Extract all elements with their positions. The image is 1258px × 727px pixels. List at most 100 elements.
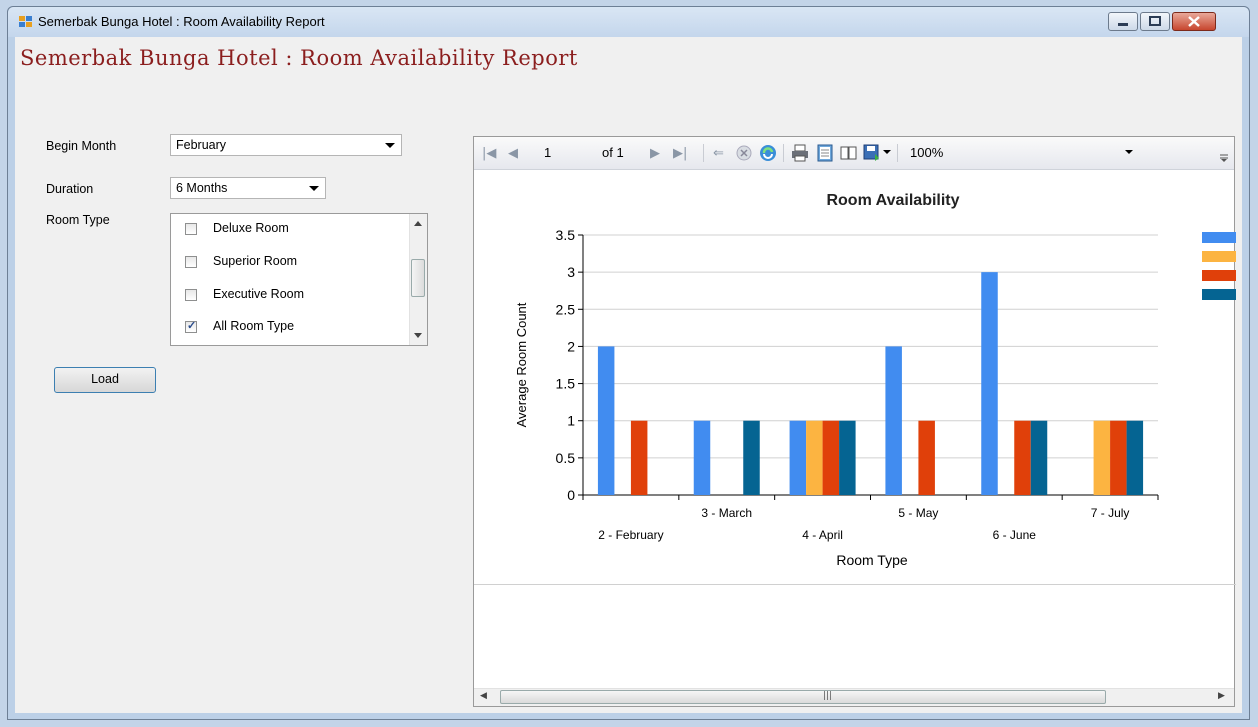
page-number-input[interactable]: 1 [544, 145, 551, 160]
close-button[interactable] [1172, 12, 1216, 31]
room-type-label: Room Type [46, 213, 110, 227]
maximize-button[interactable] [1140, 12, 1170, 31]
checkbox-checked[interactable] [185, 319, 197, 333]
refresh-icon[interactable] [759, 144, 777, 162]
last-page-icon[interactable]: ▶| [673, 146, 687, 161]
scroll-down-icon[interactable] [410, 329, 426, 343]
zoom-select[interactable]: 100% [910, 145, 943, 160]
window-title: Semerbak Bunga Hotel : Room Availability… [38, 14, 325, 29]
y-tick-label: 3 [567, 264, 575, 280]
toolbar-overflow-icon[interactable] [1219, 153, 1229, 163]
y-tick-label: 0.5 [556, 450, 576, 466]
begin-month-select[interactable]: February [170, 134, 402, 156]
client-area: Semerbak Bunga Hotel : Room Availability… [15, 37, 1242, 713]
stop-icon[interactable] [736, 145, 752, 161]
bar [630, 420, 648, 495]
bar [597, 346, 615, 495]
y-tick-label: 2 [567, 338, 575, 354]
next-page-icon[interactable]: ▶ [650, 146, 660, 161]
room-type-item-label: Executive Room [213, 287, 305, 301]
bar [1030, 420, 1048, 495]
begin-month-label: Begin Month [46, 139, 117, 153]
page-setup-icon[interactable] [839, 144, 859, 162]
page-title: Semerbak Bunga Hotel : Room Availability… [20, 46, 578, 70]
chevron-down-icon[interactable] [883, 150, 891, 156]
duration-label: Duration [46, 182, 94, 196]
x-axis-label: Room Type [836, 552, 908, 568]
room-type-item-label: Superior Room [213, 254, 298, 268]
x-tick-label: 2 - February [598, 528, 663, 542]
bar [806, 420, 823, 495]
bar [693, 420, 711, 495]
minimize-icon [1118, 23, 1128, 26]
minimize-button[interactable] [1108, 12, 1138, 31]
legend-swatch [1202, 289, 1236, 300]
scroll-left-icon[interactable]: ◀ [480, 691, 487, 701]
bar [743, 420, 760, 495]
y-axis-label: Average Room Count [514, 302, 529, 427]
y-tick-label: 3.5 [556, 227, 576, 243]
first-page-icon[interactable]: |◀ [482, 146, 496, 161]
bar [1014, 420, 1031, 495]
bar [981, 272, 998, 495]
maximize-icon [1149, 16, 1161, 26]
chart-title: Room Availability [826, 192, 959, 209]
scroll-right-icon[interactable]: ▶ [1218, 691, 1225, 701]
previous-page-icon[interactable]: ◀ [508, 146, 518, 161]
duration-select[interactable]: 6 Months [170, 177, 326, 199]
begin-month-value: February [176, 138, 227, 152]
bar [918, 420, 935, 495]
app-window: Semerbak Bunga Hotel : Room Availability… [7, 6, 1250, 720]
scroll-grip-icon: ||| [823, 691, 833, 701]
bar [1126, 420, 1144, 495]
report-viewer: |◀ ◀ 1 of 1 ▶ ▶| ⇐ 100% Room Availabilit… [473, 136, 1236, 707]
horizontal-scrollbar[interactable]: ◀ ||| ▶ [474, 688, 1234, 706]
bar [1110, 420, 1127, 495]
y-tick-label: 1 [567, 413, 575, 429]
y-tick-label: 0 [567, 487, 575, 503]
y-tick-label: 1.5 [556, 376, 576, 392]
y-tick-label: 2.5 [556, 301, 576, 317]
back-icon[interactable]: ⇐ [713, 146, 724, 161]
room-type-item-label: All Room Type [213, 319, 295, 333]
close-icon [1188, 16, 1200, 27]
bar [1093, 420, 1111, 495]
scroll-up-icon[interactable] [410, 216, 426, 230]
checkbox[interactable] [185, 223, 197, 235]
x-tick-label: 7 - July [1091, 506, 1130, 520]
x-tick-label: 3 - March [701, 506, 752, 520]
print-layout-icon[interactable] [816, 144, 834, 162]
vertical-scrollbar[interactable] [409, 214, 427, 345]
toolbar-separator [897, 144, 898, 162]
room-type-item-label: Deluxe Room [213, 221, 289, 235]
chevron-down-icon [385, 143, 395, 148]
legend-swatch [1202, 232, 1236, 243]
legend-swatch [1202, 251, 1236, 262]
bar [885, 346, 902, 495]
toolbar-separator [783, 144, 784, 162]
report-area: Room Availability 0 0.5 1 1.5 2 2.5 3 3.5 2 - Feb… [474, 170, 1236, 585]
page-count: of 1 [602, 145, 624, 160]
x-tick-label: 6 - June [993, 528, 1037, 542]
bar [822, 420, 840, 495]
bar [789, 420, 807, 495]
checkbox[interactable] [185, 256, 197, 268]
legend-swatch [1202, 270, 1236, 281]
chevron-down-icon[interactable] [1125, 150, 1133, 156]
scroll-thumb[interactable]: ||| [500, 690, 1106, 704]
print-icon[interactable] [790, 144, 810, 162]
app-icon [19, 16, 33, 28]
toolbar-separator [703, 144, 704, 162]
report-toolbar: |◀ ◀ 1 of 1 ▶ ▶| ⇐ 100% [474, 137, 1234, 170]
x-tick-label: 4 - April [802, 528, 843, 542]
export-icon[interactable] [863, 144, 881, 162]
chevron-down-icon [309, 186, 319, 191]
x-tick-label: 5 - May [898, 506, 938, 520]
checkbox[interactable] [185, 289, 197, 301]
title-bar[interactable]: Semerbak Bunga Hotel : Room Availability… [8, 7, 1249, 37]
load-button[interactable]: Load [54, 367, 156, 393]
scroll-thumb[interactable] [411, 259, 425, 297]
room-type-checklist: Deluxe Room Superior Room Executive Room… [170, 213, 428, 346]
room-availability-chart: Room Availability 0 0.5 1 1.5 2 2.5 3 3.5 2 - Feb… [514, 192, 1236, 568]
duration-value: 6 Months [176, 181, 228, 195]
